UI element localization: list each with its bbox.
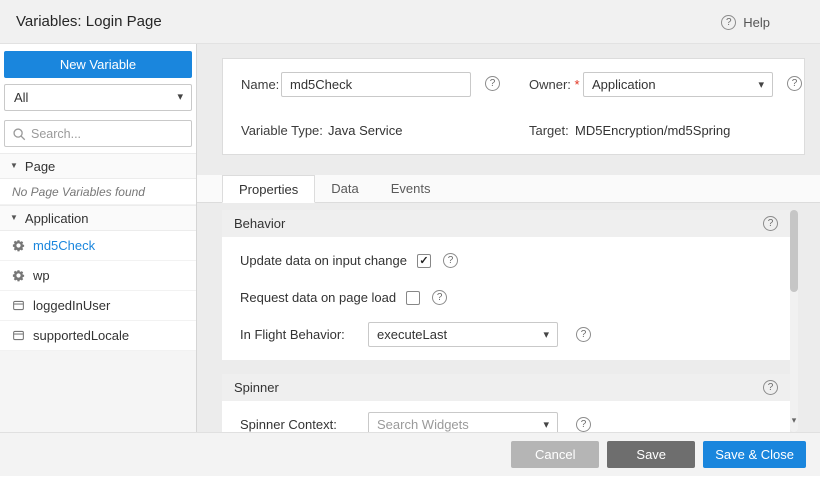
tree-section-application[interactable]: Application xyxy=(0,205,196,231)
variable-search xyxy=(4,120,192,147)
variable-type-value: Java Service xyxy=(328,123,402,138)
variables-sidebar: New Variable All Page No Page Variables … xyxy=(0,44,197,432)
spinner-title: Spinner xyxy=(234,380,279,395)
detail-tabs: Properties Data Events xyxy=(197,175,820,203)
spinner-section: Spinner Spinner Context: Search Widgets xyxy=(222,374,790,432)
variable-filter-select[interactable]: All xyxy=(4,84,192,111)
help-link[interactable]: Help xyxy=(721,0,770,44)
spinner-context-label: Spinner Context: xyxy=(240,417,368,432)
name-input[interactable] xyxy=(281,72,471,97)
variable-item-loggedinuser[interactable]: loggedInUser xyxy=(0,291,196,321)
dialog-footer: Cancel Save Save & Close xyxy=(0,432,820,476)
help-label: Help xyxy=(743,15,770,30)
target-label: Target: xyxy=(529,123,569,138)
in-flight-help-icon[interactable] xyxy=(576,327,591,342)
in-flight-select-value: executeLast xyxy=(377,327,447,342)
variable-item-wp[interactable]: wp xyxy=(0,261,196,291)
owner-help-icon[interactable] xyxy=(787,76,802,91)
variable-item-label: wp xyxy=(33,268,50,283)
request-on-load-label: Request data on page load xyxy=(240,290,396,305)
page-title: Variables: Login Page xyxy=(16,0,162,44)
properties-scrollbar[interactable] xyxy=(790,210,798,432)
search-input[interactable] xyxy=(31,122,189,145)
target-value: MD5Encryption/md5Spring xyxy=(575,123,730,138)
dialog-header: Variables: Login Page Help xyxy=(0,0,820,44)
behavior-section: Behavior Update data on input change Req… xyxy=(222,210,790,360)
chevron-down-icon xyxy=(177,85,183,110)
bottom-strip xyxy=(0,476,820,488)
help-icon xyxy=(721,15,736,30)
spinner-context-row: Spinner Context: Search Widgets xyxy=(240,406,790,432)
cancel-button[interactable]: Cancel xyxy=(511,441,599,468)
gear-icon xyxy=(12,269,25,282)
spinner-context-help-icon[interactable] xyxy=(576,417,591,432)
in-flight-label: In Flight Behavior: xyxy=(240,327,368,342)
behavior-section-header: Behavior xyxy=(222,210,790,237)
behavior-title: Behavior xyxy=(234,216,285,231)
chevron-down-icon xyxy=(758,73,764,98)
chevron-down-icon xyxy=(543,413,549,432)
owner-select-value: Application xyxy=(592,77,656,92)
widget-variable-icon xyxy=(12,329,25,342)
spinner-context-placeholder: Search Widgets xyxy=(377,417,469,432)
in-flight-select[interactable]: executeLast xyxy=(368,322,558,347)
variable-item-md5check[interactable]: md5Check xyxy=(0,231,196,261)
tree-section-application-label: Application xyxy=(25,211,89,226)
search-icon xyxy=(12,127,27,142)
tree-section-page-label: Page xyxy=(25,159,55,174)
tab-data[interactable]: Data xyxy=(315,175,374,202)
tab-events[interactable]: Events xyxy=(375,175,447,202)
update-on-input-label: Update data on input change xyxy=(240,253,407,268)
request-on-load-row: Request data on page load xyxy=(240,279,790,316)
request-on-load-help-icon[interactable] xyxy=(432,290,447,305)
spinner-section-header: Spinner xyxy=(222,374,790,401)
tab-properties[interactable]: Properties xyxy=(222,175,315,203)
variable-summary-card: Name: * Owner: * Application Variable Ty… xyxy=(222,58,805,155)
update-on-input-help-icon[interactable] xyxy=(443,253,458,268)
variable-item-label: md5Check xyxy=(33,238,95,253)
required-marker: * xyxy=(575,77,580,92)
variable-item-label: supportedLocale xyxy=(33,328,129,343)
variable-item-label: loggedInUser xyxy=(33,298,110,313)
collapse-arrow-icon xyxy=(10,162,18,170)
update-on-input-checkbox[interactable] xyxy=(417,254,431,268)
name-help-icon[interactable] xyxy=(485,76,500,91)
sidebar-filler xyxy=(0,351,196,432)
gear-icon xyxy=(12,239,25,252)
new-variable-button[interactable]: New Variable xyxy=(4,51,192,78)
spinner-help-icon[interactable] xyxy=(763,380,778,395)
scrollbar-down-arrow-icon[interactable] xyxy=(788,414,800,426)
variable-item-supportedlocale[interactable]: supportedLocale xyxy=(0,321,196,351)
variable-filter-value: All xyxy=(14,90,28,105)
owner-select[interactable]: Application xyxy=(583,72,773,97)
chevron-down-icon xyxy=(543,323,549,348)
update-on-input-row: Update data on input change xyxy=(240,242,790,279)
collapse-arrow-icon xyxy=(10,214,18,222)
behavior-help-icon[interactable] xyxy=(763,216,778,231)
owner-label: Owner: * xyxy=(529,71,580,98)
page-variables-empty-text: No Page Variables found xyxy=(0,179,196,205)
variable-type-label: Variable Type: xyxy=(241,123,323,138)
tree-section-page[interactable]: Page xyxy=(0,153,196,179)
spinner-context-combobox[interactable]: Search Widgets xyxy=(368,412,558,432)
save-and-close-button[interactable]: Save & Close xyxy=(703,441,806,468)
variable-detail-panel: Name: * Owner: * Application Variable Ty… xyxy=(197,44,820,432)
in-flight-row: In Flight Behavior: executeLast xyxy=(240,316,790,353)
save-button[interactable]: Save xyxy=(607,441,695,468)
widget-variable-icon xyxy=(12,299,25,312)
request-on-load-checkbox[interactable] xyxy=(406,291,420,305)
scrollbar-thumb[interactable] xyxy=(790,210,798,292)
